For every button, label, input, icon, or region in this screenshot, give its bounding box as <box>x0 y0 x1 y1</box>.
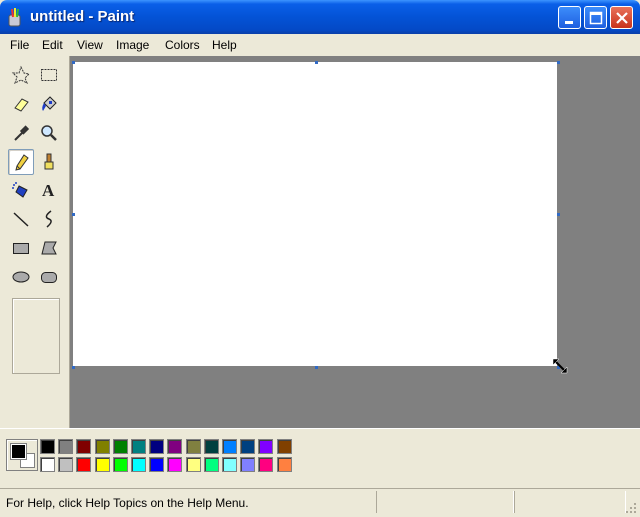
resize-handle-left <box>72 213 75 216</box>
magnifier-icon <box>41 125 57 141</box>
eyedropper-icon <box>14 125 30 141</box>
color-swatch[interactable] <box>167 457 183 472</box>
color-swatch[interactable] <box>40 439 55 454</box>
color-swatch[interactable] <box>58 457 74 472</box>
drawing-canvas[interactable] <box>73 62 557 366</box>
status-panel-size <box>514 491 626 513</box>
color-swatch[interactable] <box>112 457 128 472</box>
rectangle-select-tool[interactable] <box>36 62 62 88</box>
current-colors[interactable] <box>6 439 38 471</box>
free-form-select-tool[interactable] <box>8 62 34 88</box>
color-swatch[interactable] <box>276 457 292 472</box>
pencil-tool[interactable] <box>8 149 34 175</box>
color-swatch[interactable] <box>94 439 110 454</box>
curve-icon <box>45 210 52 228</box>
magnifier-tool[interactable] <box>36 120 62 146</box>
status-help-text: For Help, click Help Topics on the Help … <box>6 496 249 510</box>
color-swatch[interactable] <box>131 457 146 472</box>
title-bar[interactable]: untitled - Paint <box>0 0 640 34</box>
text-icon: A <box>42 181 55 200</box>
color-swatch[interactable] <box>203 457 219 472</box>
pick-color-tool[interactable] <box>8 120 34 146</box>
menu-view[interactable]: View <box>77 38 103 52</box>
color-swatch[interactable] <box>40 457 55 472</box>
menu-file[interactable]: File <box>10 38 29 52</box>
color-swatch[interactable] <box>240 457 256 472</box>
line-tool[interactable] <box>8 206 34 232</box>
rectangle-icon <box>13 243 29 254</box>
status-bar: For Help, click Help Topics on the Help … <box>0 488 640 517</box>
color-swatch[interactable] <box>149 439 165 454</box>
color-swatch[interactable] <box>276 439 292 454</box>
color-swatch[interactable] <box>149 457 165 472</box>
resize-grip-icon[interactable] <box>625 502 637 514</box>
ellipse-icon <box>12 271 30 283</box>
status-panel-position <box>376 491 514 513</box>
eraser-tool[interactable] <box>8 91 34 117</box>
color-swatch[interactable] <box>258 439 274 454</box>
menu-edit[interactable]: Edit <box>42 38 63 52</box>
airbrush-icon <box>12 182 28 198</box>
toolbox: A <box>0 56 70 428</box>
minimize-button[interactable] <box>558 6 581 29</box>
paint-bucket-icon <box>42 96 57 111</box>
color-swatch[interactable] <box>185 457 201 472</box>
color-box <box>0 428 640 486</box>
resize-handle-bottom-left <box>72 366 75 369</box>
fill-with-color-tool[interactable] <box>36 91 62 117</box>
line-icon <box>13 212 29 227</box>
rounded-rectangle-icon <box>41 272 57 283</box>
menu-bar: File Edit View Image Colors Help <box>0 34 640 56</box>
color-swatch[interactable] <box>76 439 92 454</box>
close-icon <box>616 12 628 24</box>
menu-image[interactable]: Image <box>116 38 149 52</box>
curve-tool[interactable] <box>36 206 62 232</box>
resize-handle-top-right <box>557 61 560 64</box>
polygon-icon <box>41 241 57 255</box>
color-swatch[interactable] <box>222 457 237 472</box>
tool-options-box[interactable] <box>12 298 60 374</box>
color-swatch[interactable] <box>203 439 219 454</box>
brush-tool[interactable] <box>36 149 62 175</box>
svg-text:A: A <box>42 181 55 200</box>
color-swatch[interactable] <box>185 439 201 454</box>
close-button[interactable] <box>610 6 633 29</box>
color-swatch[interactable] <box>58 439 74 454</box>
maximize-icon <box>589 11 603 25</box>
free-form-select-icon <box>11 65 31 85</box>
pencil-icon <box>15 154 29 171</box>
color-swatch[interactable] <box>240 439 256 454</box>
airbrush-tool[interactable] <box>8 177 34 203</box>
menu-colors[interactable]: Colors <box>165 38 200 52</box>
foreground-color-swatch <box>10 443 27 460</box>
color-swatch[interactable] <box>112 439 128 454</box>
menu-help[interactable]: Help <box>212 38 237 52</box>
text-tool[interactable]: A <box>36 177 62 203</box>
maximize-button[interactable] <box>584 6 607 29</box>
rectangle-tool[interactable] <box>8 235 34 261</box>
rounded-rectangle-tool[interactable] <box>36 264 62 290</box>
eraser-icon <box>14 98 29 112</box>
color-swatch[interactable] <box>76 457 92 472</box>
color-swatch[interactable] <box>94 457 110 472</box>
rectangle-select-icon <box>41 69 57 81</box>
resize-handle-right[interactable] <box>557 213 560 216</box>
diagonal-resize-cursor-icon <box>552 358 568 374</box>
ellipse-tool[interactable] <box>8 264 34 290</box>
color-swatch[interactable] <box>167 439 183 454</box>
color-swatch[interactable] <box>222 439 237 454</box>
color-swatch[interactable] <box>258 457 274 472</box>
brush-icon <box>44 153 54 170</box>
color-swatch[interactable] <box>131 439 146 454</box>
paint-app-icon[interactable] <box>6 7 24 27</box>
minimize-icon <box>565 21 573 24</box>
workspace <box>70 56 640 428</box>
window-title: untitled - Paint <box>30 8 135 25</box>
resize-handle-top <box>315 61 318 64</box>
polygon-tool[interactable] <box>36 235 62 261</box>
resize-handle-top-left <box>72 61 75 64</box>
resize-handle-bottom[interactable] <box>315 366 318 369</box>
